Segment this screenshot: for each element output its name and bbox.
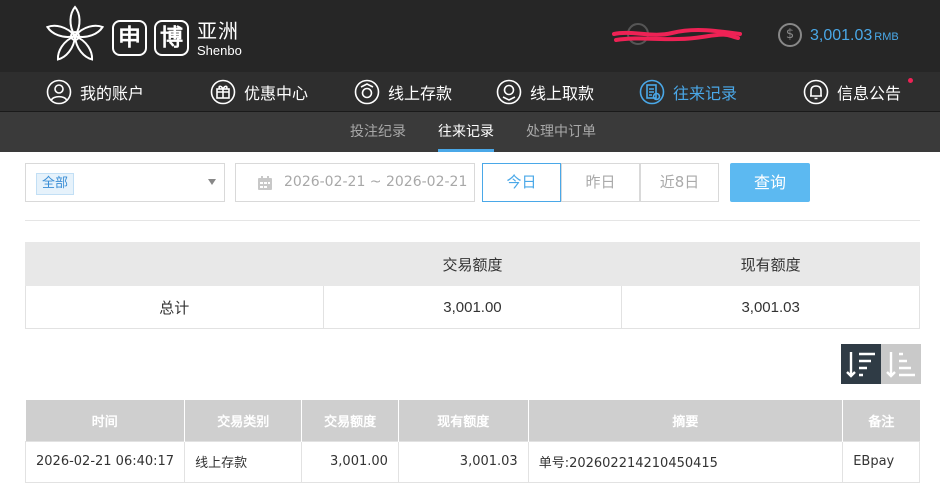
cell-time: 2026-02-21 06:40:17 bbox=[24, 440, 186, 483]
records-table: 时间 交易类别 交易额度 现有额度 摘要 备注 2026-02-21 06:40… bbox=[24, 400, 920, 483]
nav-item-online-withdraw[interactable]: 线上取款 bbox=[496, 72, 594, 112]
column-header-summary: 摘要 bbox=[528, 400, 844, 441]
dollar-icon: $ bbox=[778, 23, 802, 47]
sort-ascending-button[interactable] bbox=[881, 344, 921, 384]
transaction-type-select[interactable]: 全部 bbox=[25, 163, 225, 202]
summary-header-row: 交易额度 现有额度 bbox=[25, 242, 920, 286]
nav-item-label: 线上取款 bbox=[530, 84, 595, 103]
nav-item-announcements[interactable]: 信息公告 bbox=[803, 72, 901, 112]
total-balance: 3,001.03 bbox=[621, 285, 920, 329]
nav-item-records[interactable]: 往来记录 bbox=[639, 72, 737, 112]
logo-text-en: Shenbo bbox=[197, 43, 242, 58]
balance-currency: RMB bbox=[874, 31, 899, 43]
chevron-down-icon bbox=[208, 179, 216, 185]
cell-balance: 3,001.03 bbox=[397, 440, 529, 483]
summary-header-cell: 现有额度 bbox=[621, 242, 920, 286]
gift-icon bbox=[210, 79, 236, 105]
date-range-value: 2026-02-21 ~ 2026-02-21 bbox=[284, 174, 468, 190]
nav-item-label: 优惠中心 bbox=[244, 84, 309, 103]
column-header-type: 交易类别 bbox=[184, 400, 303, 441]
last-8-days-button[interactable]: 近8日 bbox=[640, 163, 719, 202]
selected-type-tag: 全部 bbox=[36, 173, 75, 195]
tab-transaction-records[interactable]: 往来记录 bbox=[438, 112, 494, 152]
calendar-icon bbox=[258, 176, 272, 190]
nav-item-label: 我的账户 bbox=[80, 84, 145, 103]
cell-amount: 3,001.00 bbox=[301, 440, 399, 483]
cell-remark: EBpay bbox=[842, 440, 920, 483]
column-header-time: 时间 bbox=[25, 400, 186, 441]
column-header-remark: 备注 bbox=[842, 400, 920, 441]
redaction-scribble bbox=[612, 28, 742, 42]
logo-char-box: 申 bbox=[112, 20, 147, 56]
today-button[interactable]: 今日 bbox=[482, 163, 561, 202]
sub-nav: 投注纪录 往来记录 处理中订单 bbox=[0, 112, 940, 152]
tab-pending-orders[interactable]: 处理中订单 bbox=[526, 112, 596, 152]
summary-header-cell: 交易额度 bbox=[322, 242, 623, 286]
nav-item-online-deposit[interactable]: 线上存款 bbox=[354, 72, 452, 112]
account-balance: 3,001.03 RMB bbox=[810, 24, 899, 49]
lotus-logo-icon bbox=[45, 5, 105, 61]
deposit-icon bbox=[354, 79, 380, 105]
sort-ascending-icon bbox=[886, 352, 915, 378]
bell-icon bbox=[803, 79, 829, 105]
cell-summary: 单号:202602214210450415 bbox=[527, 440, 844, 483]
records-header-row: 时间 交易类别 交易额度 现有额度 摘要 备注 bbox=[25, 400, 920, 441]
nav-item-label: 线上存款 bbox=[388, 84, 453, 103]
records-icon bbox=[639, 79, 665, 105]
top-header: 申 博 亚洲 Shenbo $ 3,001.03 RMB bbox=[0, 0, 940, 72]
withdraw-icon bbox=[496, 79, 522, 105]
sort-descending-button[interactable] bbox=[841, 344, 881, 384]
logo-text-cn: 亚洲 bbox=[197, 19, 239, 43]
summary-header-cell bbox=[25, 242, 324, 286]
nav-item-promotions[interactable]: 优惠中心 bbox=[210, 72, 308, 112]
search-button[interactable]: 查询 bbox=[730, 163, 810, 202]
divider bbox=[25, 220, 920, 221]
main-nav: 我的账户 优惠中心 线上存款 线上取款 往来记录 信息公告 bbox=[0, 72, 940, 112]
table-row: 2026-02-21 06:40:17 线上存款 3,001.00 3,001.… bbox=[24, 440, 920, 483]
total-label: 总计 bbox=[25, 285, 324, 329]
yesterday-button[interactable]: 昨日 bbox=[561, 163, 640, 202]
column-header-amount: 交易额度 bbox=[301, 400, 399, 441]
tab-betting-records[interactable]: 投注纪录 bbox=[350, 112, 406, 152]
notification-dot bbox=[908, 78, 913, 83]
total-amount: 3,001.00 bbox=[322, 285, 623, 329]
user-icon bbox=[46, 79, 72, 105]
logo-char-box: 博 bbox=[154, 20, 189, 56]
summary-total-row: 总计 3,001.00 3,001.03 bbox=[25, 285, 920, 329]
nav-item-label: 往来记录 bbox=[673, 84, 738, 103]
balance-amount: 3,001.03 bbox=[810, 27, 873, 44]
cell-type: 线上存款 bbox=[184, 440, 303, 483]
nav-item-my-account[interactable]: 我的账户 bbox=[46, 72, 144, 112]
nav-item-label: 信息公告 bbox=[837, 84, 902, 103]
sort-descending-icon bbox=[846, 352, 875, 378]
summary-table: 交易额度 现有额度 总计 3,001.00 3,001.03 bbox=[25, 242, 920, 329]
column-header-balance: 现有额度 bbox=[398, 400, 529, 441]
date-range-input[interactable]: 2026-02-21 ~ 2026-02-21 bbox=[235, 163, 475, 202]
